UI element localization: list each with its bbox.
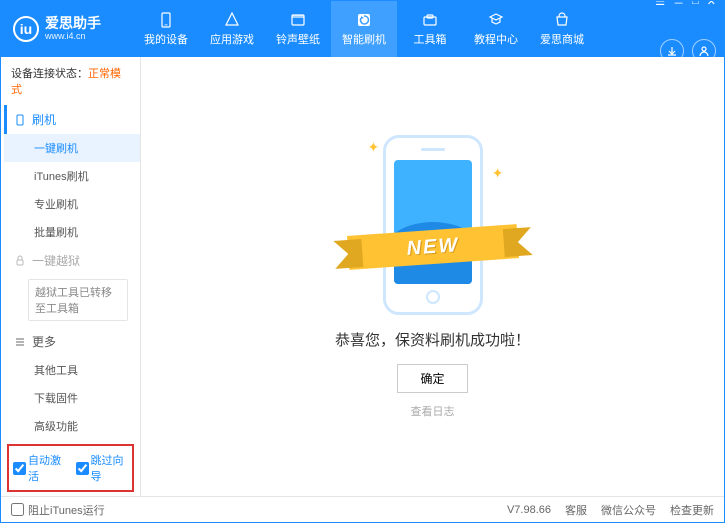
apps-icon <box>223 11 241 29</box>
nav-label: 爱思商城 <box>540 31 584 47</box>
success-illustration: ✦ ✦ ✦ NEW <box>368 135 498 315</box>
store-icon <box>553 11 571 29</box>
sidebar-item-download-fw[interactable]: 下载固件 <box>4 384 140 412</box>
close-icon[interactable]: ✕ <box>707 0 716 11</box>
nav-flash[interactable]: 智能刷机 <box>331 1 397 57</box>
sparkle-icon: ✦ <box>368 139 380 156</box>
app-url: www.i4.cn <box>45 32 101 42</box>
sidebar-item-advanced[interactable]: 高级功能 <box>4 412 140 440</box>
wallpaper-icon <box>289 11 307 29</box>
nav-label: 我的设备 <box>144 31 188 47</box>
flash-options-highlight: 自动激活 跳过向导 <box>7 444 134 492</box>
sidebar-group-flash[interactable]: 刷机 <box>4 105 140 134</box>
phone-icon <box>157 11 175 29</box>
statusbar: 阻止iTunes运行 V7.98.66 客服 微信公众号 检查更新 <box>1 496 724 522</box>
minimize-icon[interactable]: － <box>673 0 684 11</box>
tutorial-icon <box>487 11 505 29</box>
maximize-icon[interactable]: □ <box>692 0 699 11</box>
sidebar: 设备连接状态：正常模式 刷机 一键刷机 iTunes刷机 专业刷机 批量刷机 一… <box>1 57 141 496</box>
nav-my-device[interactable]: 我的设备 <box>133 1 199 57</box>
flash-icon <box>355 11 373 29</box>
sidebar-item-other-tools[interactable]: 其他工具 <box>4 356 140 384</box>
sidebar-item-pro-flash[interactable]: 专业刷机 <box>4 190 140 218</box>
sparkle-icon: ✦ <box>492 165 504 182</box>
sidebar-item-batch-flash[interactable]: 批量刷机 <box>4 218 140 246</box>
phone-icon <box>14 114 26 126</box>
checkbox-auto-activate[interactable]: 自动激活 <box>13 452 66 484</box>
nav-toolbox[interactable]: 工具箱 <box>397 1 463 57</box>
titlebar: iu 爱思助手 www.i4.cn 我的设备 应用游戏 铃声壁纸 智能刷机 <box>1 1 724 57</box>
checkbox-skip-guide[interactable]: 跳过向导 <box>76 452 129 484</box>
view-log-link[interactable]: 查看日志 <box>411 403 455 419</box>
nav-store[interactable]: 爱思商城 <box>529 1 595 57</box>
nav-label: 智能刷机 <box>342 31 386 47</box>
check-update-link[interactable]: 检查更新 <box>670 502 714 518</box>
wechat-link[interactable]: 微信公众号 <box>601 502 656 518</box>
list-icon <box>14 336 26 348</box>
sidebar-item-itunes-flash[interactable]: iTunes刷机 <box>4 162 140 190</box>
nav-label: 教程中心 <box>474 31 518 47</box>
ok-button[interactable]: 确定 <box>397 364 467 393</box>
main-content: ✦ ✦ ✦ NEW 恭喜您，保资料刷机成功啦！ 确定 查看日志 <box>141 57 724 496</box>
checkbox-block-itunes[interactable]: 阻止iTunes运行 <box>11 502 105 518</box>
nav-label: 铃声壁纸 <box>276 31 320 47</box>
new-ribbon: NEW <box>347 224 519 270</box>
sidebar-item-onekey-flash[interactable]: 一键刷机 <box>4 134 140 162</box>
app-logo: iu 爱思助手 www.i4.cn <box>13 16 133 42</box>
nav-label: 应用游戏 <box>210 31 254 47</box>
toolbox-icon <box>421 11 439 29</box>
window-controls: ☰ － □ ✕ <box>655 0 716 11</box>
connection-status: 设备连接状态：正常模式 <box>1 57 140 105</box>
version-label: V7.98.66 <box>507 504 551 516</box>
main-nav: 我的设备 应用游戏 铃声壁纸 智能刷机 工具箱 教程中心 <box>133 1 655 57</box>
nav-apps[interactable]: 应用游戏 <box>199 1 265 57</box>
nav-label: 工具箱 <box>414 31 447 47</box>
nav-wallpaper[interactable]: 铃声壁纸 <box>265 1 331 57</box>
app-name: 爱思助手 <box>45 16 101 31</box>
jailbreak-transfer-note: 越狱工具已转移至工具箱 <box>28 279 128 321</box>
sidebar-group-more[interactable]: 更多 <box>4 327 140 356</box>
logo-icon: iu <box>13 16 39 42</box>
support-link[interactable]: 客服 <box>565 502 587 518</box>
nav-tutorial[interactable]: 教程中心 <box>463 1 529 57</box>
success-message: 恭喜您，保资料刷机成功啦！ <box>335 329 530 350</box>
menu-icon[interactable]: ☰ <box>655 0 665 11</box>
sidebar-group-jailbreak[interactable]: 一键越狱 <box>4 246 140 275</box>
lock-icon <box>14 255 26 267</box>
